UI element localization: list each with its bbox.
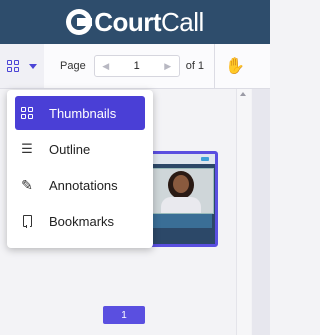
menu-item-annotations[interactable]: ✎ Annotations [15, 168, 145, 202]
hand-pan-icon[interactable]: ✋ [225, 56, 245, 76]
menu-item-label: Outline [49, 141, 91, 157]
thumbnail-scrollbar[interactable] [236, 89, 251, 335]
menu-item-label: Annotations [49, 177, 118, 193]
page-navigator: ◀ 1 ▶ [93, 55, 180, 77]
menu-item-thumbnails[interactable]: Thumbnails [15, 96, 145, 130]
viewer-toolbar: Page ◀ 1 ▶ of 1 ✋ [0, 44, 270, 89]
document-viewport-edge [252, 89, 270, 335]
chevron-right-icon: ▶ [164, 60, 172, 71]
next-page-button[interactable]: ▶ [157, 56, 179, 76]
grid-icon [19, 105, 35, 121]
pen-icon: ✎ [21, 176, 33, 193]
page-number-input[interactable]: 1 [117, 60, 157, 72]
bookmark-icon [19, 213, 35, 229]
menu-item-label: Thumbnails [49, 105, 117, 121]
sidebar-menu-toggle[interactable] [0, 44, 44, 88]
chevron-down-icon [29, 63, 37, 69]
sidebar-view-menu: Thumbnails ☰ Outline ✎ Annotations Bookm… [7, 90, 153, 248]
page-count-label: of 1 [185, 60, 205, 72]
menu-item-bookmarks[interactable]: Bookmarks [15, 204, 145, 238]
outline-list-icon: ☰ [21, 141, 33, 156]
chevron-left-icon: ◀ [102, 60, 110, 71]
menu-item-label: Bookmarks [49, 213, 115, 229]
courtcall-logo-icon [66, 9, 93, 35]
scroll-up-arrow-icon[interactable] [240, 92, 246, 96]
prev-page-button[interactable]: ◀ [95, 56, 117, 76]
thumbnail-photo [150, 168, 214, 214]
page-label: Page [60, 60, 86, 72]
thumbnail-page-number[interactable]: 1 [103, 306, 145, 324]
brand-logo-text: CourtCall [94, 6, 204, 37]
menu-item-outline[interactable]: ☰ Outline [15, 132, 145, 166]
app-banner: CourtCall [0, 0, 270, 44]
grid-icon [7, 60, 19, 72]
toolbar-divider [214, 44, 216, 88]
